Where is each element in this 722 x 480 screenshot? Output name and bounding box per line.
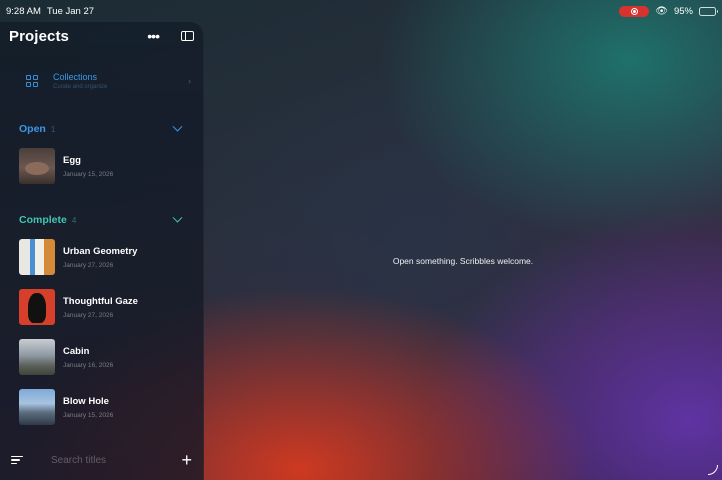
item-title: Blow Hole — [63, 395, 109, 407]
item-date: January 27, 2026 — [63, 311, 114, 319]
item-date: January 16, 2026 — [63, 361, 114, 369]
eye-icon: 👁 — [655, 5, 668, 17]
section-open-header[interactable]: Open 1 — [0, 120, 203, 138]
section-open-title: Open — [19, 123, 46, 135]
chevron-down-icon[interactable] — [172, 121, 183, 132]
sidebar-header: Projects ••• — [0, 22, 203, 50]
battery-icon — [699, 6, 718, 16]
item-title: Thoughtful Gaze — [63, 295, 138, 307]
sidebar-bottom-bar: + — [0, 440, 203, 480]
resize-corner-icon[interactable] — [708, 465, 718, 475]
project-thumbnail — [19, 339, 55, 375]
plus-icon[interactable]: + — [181, 451, 192, 469]
list-item[interactable]: Blow Hole January 15, 2026 — [0, 388, 203, 426]
list-item[interactable]: Cabin January 16, 2026 — [0, 338, 203, 376]
status-bar: 9:28 AM Tue Jan 27 👁 95% — [0, 0, 722, 22]
collections-subtitle: Curate and organize — [53, 84, 108, 90]
project-thumbnail — [19, 389, 55, 425]
item-title: Urban Geometry — [63, 245, 138, 257]
item-date: January 27, 2026 — [63, 261, 114, 269]
ellipsis-icon[interactable]: ••• — [147, 28, 160, 44]
item-title: Egg — [63, 154, 81, 166]
project-thumbnail — [19, 239, 55, 275]
chevron-right-icon: › — [188, 76, 191, 86]
search-input[interactable] — [51, 454, 161, 466]
chevron-down-icon[interactable] — [172, 212, 183, 223]
menu-icon[interactable] — [11, 455, 23, 465]
item-date: January 15, 2026 — [63, 411, 114, 419]
collections-label: Collections — [53, 72, 98, 82]
list-item[interactable]: Thoughtful Gaze January 27, 2026 — [0, 288, 203, 326]
project-thumbnail — [19, 148, 55, 184]
projects-sidebar: Projects ••• Collections Curate and orga… — [0, 22, 204, 480]
complete-list: Urban Geometry January 27, 2026 Thoughtf… — [0, 238, 203, 426]
battery-percent: 95% — [673, 5, 693, 17]
open-list: Egg January 15, 2026 — [0, 147, 203, 185]
section-open-count: 1 — [50, 124, 56, 134]
sidebar-title: Projects — [9, 27, 69, 45]
section-complete-header[interactable]: Complete 4 — [0, 211, 203, 229]
grid-icon — [26, 75, 38, 87]
screen-recording-icon[interactable] — [619, 5, 650, 17]
sidebar-toggle-icon[interactable] — [181, 31, 194, 41]
status-time: 9:28 AM — [6, 5, 41, 17]
item-title: Cabin — [63, 345, 90, 357]
list-item[interactable]: Urban Geometry January 27, 2026 — [0, 238, 203, 276]
project-thumbnail — [19, 289, 55, 325]
list-item[interactable]: Egg January 15, 2026 — [0, 147, 203, 185]
section-complete-title: Complete — [19, 214, 67, 226]
collections-item[interactable]: Collections Curate and organize › — [0, 66, 203, 96]
item-date: January 15, 2026 — [63, 170, 114, 178]
status-date: Tue Jan 27 — [46, 5, 95, 17]
section-complete-count: 4 — [71, 215, 77, 225]
empty-state-message: Open something. Scribbles welcome. — [392, 256, 534, 266]
